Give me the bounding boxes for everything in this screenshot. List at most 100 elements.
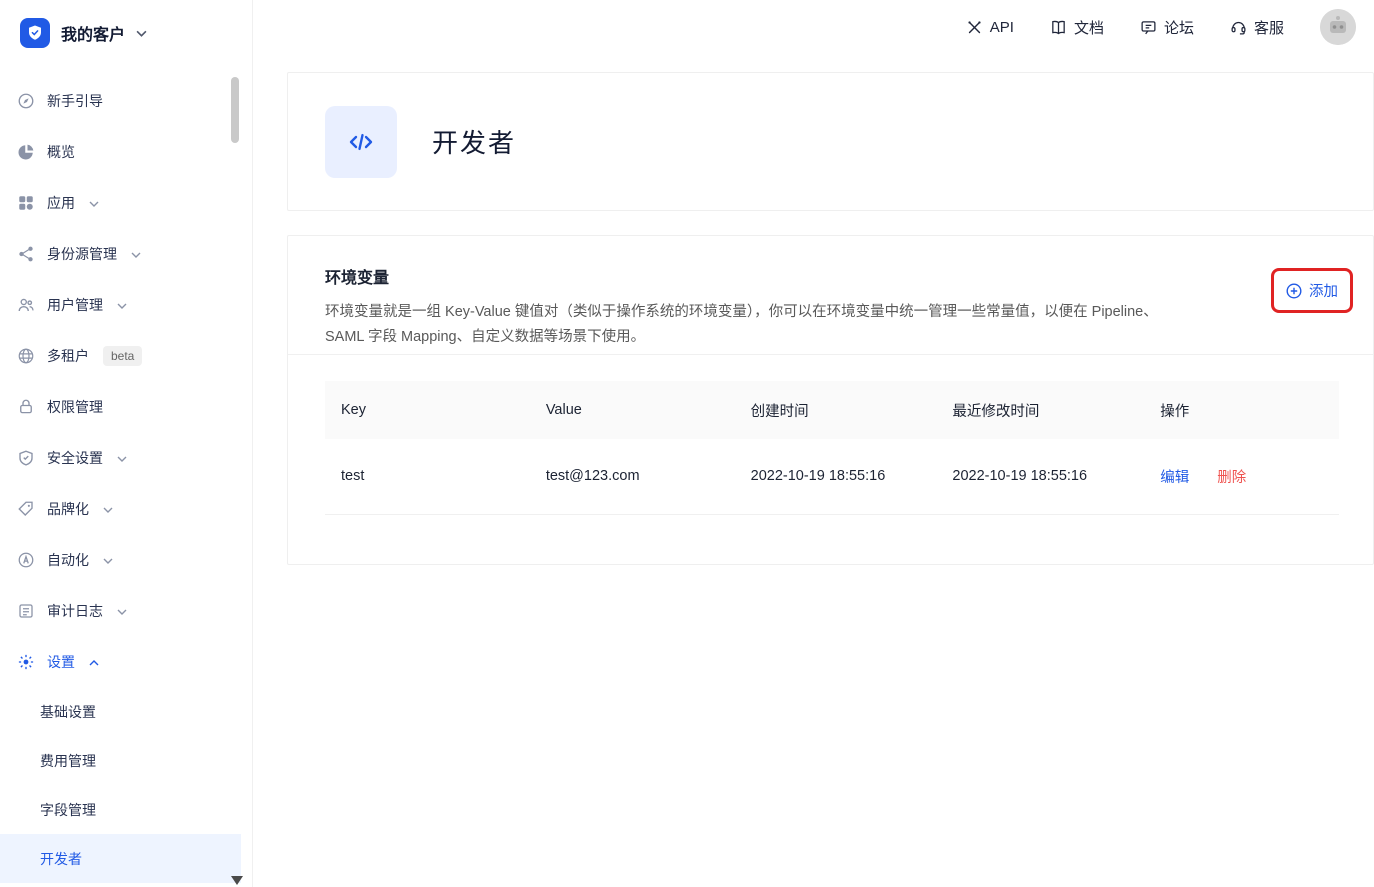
pie-chart-icon [17, 143, 35, 161]
chevron-down-icon [103, 558, 113, 564]
sidebar-subitem-label: 费用管理 [40, 751, 96, 771]
sidebar-subitem-developer[interactable]: 开发者 [0, 834, 241, 883]
cell-actions: 编辑 删除 [1144, 439, 1339, 514]
sidebar-item-label: 设置 [47, 652, 75, 672]
env-vars-header: 环境变量 环境变量就是一组 Key-Value 键值对（类似于操作系统的环境变量… [288, 236, 1373, 355]
forum-icon [1140, 19, 1157, 36]
user-avatar[interactable] [1320, 9, 1356, 45]
sidebar-item-label: 新手引导 [47, 91, 103, 111]
chevron-down-icon [136, 30, 147, 37]
automation-icon [17, 551, 35, 569]
page-title: 开发者 [432, 123, 516, 160]
sidebar-item-label: 身份源管理 [47, 244, 117, 264]
table-header-row: Key Value 创建时间 最近修改时间 操作 [325, 381, 1339, 439]
sidebar-item-label: 概览 [47, 142, 75, 162]
section-description: 环境变量就是一组 Key-Value 键值对（类似于操作系统的环境变量），你可以… [325, 300, 1187, 350]
forum-link-label: 论坛 [1164, 17, 1194, 38]
sidebar-item-security-settings[interactable]: 安全设置 [0, 432, 252, 483]
sidebar-subitem-fields[interactable]: 字段管理 [0, 785, 241, 834]
sidebar-item-permissions[interactable]: 权限管理 [0, 381, 252, 432]
annotation-highlight-box: 添加 [1271, 268, 1353, 313]
grid-icon [17, 194, 35, 212]
col-key: Key [325, 381, 530, 439]
sidebar-subitem-label: 字段管理 [40, 800, 96, 820]
sidebar-item-applications[interactable]: 应用 [0, 177, 252, 228]
chevron-down-icon [117, 609, 127, 615]
sidebar-subitem-billing[interactable]: 费用管理 [0, 736, 241, 785]
env-vars-text: 环境变量 环境变量就是一组 Key-Value 键值对（类似于操作系统的环境变量… [325, 264, 1187, 354]
sidebar-item-label: 自动化 [47, 550, 89, 570]
sidebar-item-branding[interactable]: 品牌化 [0, 483, 252, 534]
sidebar-item-automation[interactable]: 自动化 [0, 534, 252, 585]
top-nav: API 文档 论坛 客服 [253, 0, 1374, 54]
sidebar-item-user-management[interactable]: 用户管理 [0, 279, 252, 330]
gear-icon [17, 653, 35, 671]
sidebar-item-label: 审计日志 [47, 601, 103, 621]
table-row: test test@123.com 2022-10-19 18:55:16 20… [325, 439, 1339, 514]
plus-circle-icon [1286, 283, 1302, 299]
chevron-down-icon [89, 201, 99, 207]
col-created: 创建时间 [735, 381, 937, 439]
sidebar-menu: 新手引导 概览 应用 身份源管理 用户管理 多租户 beta 权限管理 [0, 75, 252, 883]
sidebar-item-label: 权限管理 [47, 397, 103, 417]
sidebar-item-identity-sources[interactable]: 身份源管理 [0, 228, 252, 279]
env-vars-table: Key Value 创建时间 最近修改时间 操作 test test@123.c… [325, 381, 1339, 515]
forum-link[interactable]: 论坛 [1140, 17, 1194, 38]
cell-key: test [325, 439, 530, 514]
sidebar-item-label: 安全设置 [47, 448, 103, 468]
page-header-card: 开发者 [287, 72, 1374, 211]
headset-icon [1230, 19, 1247, 36]
tools-icon [966, 19, 983, 36]
delete-link[interactable]: 删除 [1217, 470, 1246, 486]
logo-shield-icon [20, 18, 50, 48]
support-link[interactable]: 客服 [1230, 17, 1284, 38]
sidebar-scrollbar-thumb[interactable] [231, 77, 239, 143]
lock-icon [17, 398, 35, 416]
sidebar-item-overview[interactable]: 概览 [0, 126, 252, 177]
cell-created: 2022-10-19 18:55:16 [735, 439, 937, 514]
chevron-down-icon [103, 507, 113, 513]
sidebar-subitem-label: 基础设置 [40, 702, 96, 722]
chevron-down-icon [117, 456, 127, 462]
add-button-label: 添加 [1309, 280, 1338, 301]
cell-modified: 2022-10-19 18:55:16 [936, 439, 1144, 514]
sidebar-subitem-label: 开发者 [40, 849, 82, 869]
section-title: 环境变量 [325, 264, 1187, 288]
sidebar-item-settings[interactable]: 设置 [0, 636, 252, 687]
beta-badge: beta [103, 346, 142, 366]
env-vars-card: 环境变量 环境变量就是一组 Key-Value 键值对（类似于操作系统的环境变量… [287, 235, 1374, 565]
share-icon [17, 245, 35, 263]
sidebar: 我的客户 新手引导 概览 应用 身份源管理 用户管理 多租户 [0, 0, 253, 887]
workspace-name: 我的客户 [61, 21, 125, 45]
book-icon [1050, 19, 1067, 36]
log-icon [17, 602, 35, 620]
globe-icon [17, 347, 35, 365]
sidebar-item-guide[interactable]: 新手引导 [0, 75, 252, 126]
tag-icon [17, 500, 35, 518]
sidebar-item-label: 多租户 [47, 346, 89, 366]
shield-icon [17, 449, 35, 467]
sidebar-subitem-basic-settings[interactable]: 基础设置 [0, 687, 241, 736]
api-link[interactable]: API [966, 19, 1014, 36]
sidebar-item-label: 应用 [47, 193, 75, 213]
sidebar-item-multi-tenant[interactable]: 多租户 beta [0, 330, 252, 381]
api-link-label: API [990, 19, 1014, 36]
edit-link[interactable]: 编辑 [1160, 470, 1189, 486]
sidebar-item-label: 品牌化 [47, 499, 89, 519]
col-actions: 操作 [1144, 381, 1339, 439]
chevron-down-icon [117, 303, 127, 309]
workspace-switcher[interactable]: 我的客户 [0, 0, 252, 66]
col-modified: 最近修改时间 [936, 381, 1144, 439]
env-vars-table-wrap: Key Value 创建时间 最近修改时间 操作 test test@123.c… [288, 355, 1373, 515]
developer-code-icon [325, 106, 397, 178]
support-link-label: 客服 [1254, 17, 1284, 38]
sidebar-item-audit-logs[interactable]: 审计日志 [0, 585, 252, 636]
col-value: Value [530, 381, 735, 439]
compass-icon [17, 92, 35, 110]
sidebar-scrollbar-down-arrow[interactable] [231, 876, 243, 885]
sidebar-item-label: 用户管理 [47, 295, 103, 315]
docs-link[interactable]: 文档 [1050, 17, 1104, 38]
chevron-down-icon [131, 252, 141, 258]
cell-value: test@123.com [530, 439, 735, 514]
add-button[interactable]: 添加 [1286, 280, 1338, 301]
